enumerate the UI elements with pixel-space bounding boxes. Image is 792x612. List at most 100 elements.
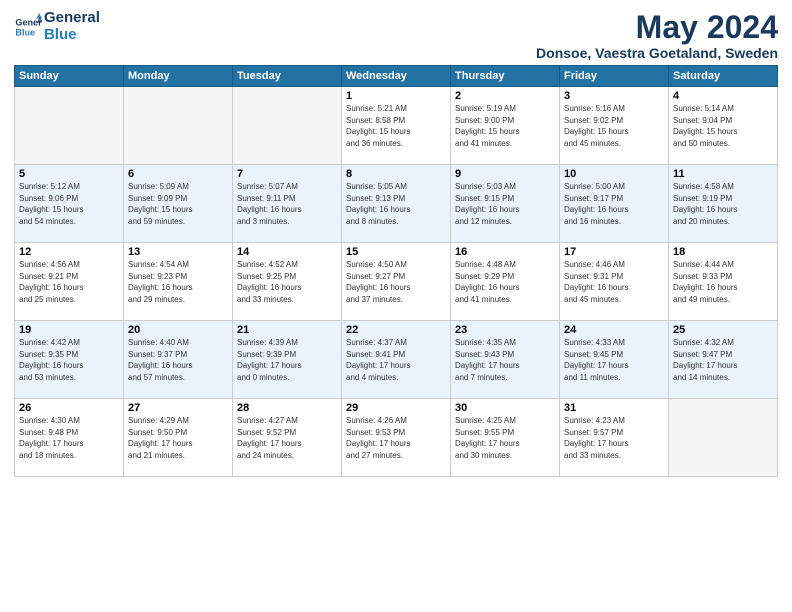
weekday-header-sunday: Sunday bbox=[15, 66, 124, 87]
calendar-week-row: 12Sunrise: 4:56 AM Sunset: 9:21 PM Dayli… bbox=[15, 243, 778, 321]
calendar-day-cell: 30Sunrise: 4:25 AM Sunset: 9:55 PM Dayli… bbox=[451, 399, 560, 477]
day-number: 10 bbox=[564, 168, 664, 180]
day-info: Sunrise: 5:07 AM Sunset: 9:11 PM Dayligh… bbox=[237, 181, 337, 227]
day-number: 20 bbox=[128, 324, 228, 336]
day-number: 28 bbox=[237, 402, 337, 414]
day-info: Sunrise: 4:27 AM Sunset: 9:52 PM Dayligh… bbox=[237, 415, 337, 461]
day-number: 29 bbox=[346, 402, 446, 414]
day-info: Sunrise: 4:50 AM Sunset: 9:27 PM Dayligh… bbox=[346, 259, 446, 305]
calendar-day-cell: 29Sunrise: 4:26 AM Sunset: 9:53 PM Dayli… bbox=[342, 399, 451, 477]
calendar-day-cell bbox=[669, 399, 778, 477]
day-number: 31 bbox=[564, 402, 664, 414]
day-info: Sunrise: 5:14 AM Sunset: 9:04 PM Dayligh… bbox=[673, 103, 773, 149]
calendar-day-cell: 6Sunrise: 5:09 AM Sunset: 9:09 PM Daylig… bbox=[124, 165, 233, 243]
calendar-day-cell: 20Sunrise: 4:40 AM Sunset: 9:37 PM Dayli… bbox=[124, 321, 233, 399]
calendar-day-cell bbox=[15, 87, 124, 165]
day-number: 19 bbox=[19, 324, 119, 336]
calendar-day-cell: 3Sunrise: 5:16 AM Sunset: 9:02 PM Daylig… bbox=[560, 87, 669, 165]
calendar-day-cell: 1Sunrise: 5:21 AM Sunset: 8:58 PM Daylig… bbox=[342, 87, 451, 165]
day-number: 7 bbox=[237, 168, 337, 180]
calendar-day-cell: 10Sunrise: 5:00 AM Sunset: 9:17 PM Dayli… bbox=[560, 165, 669, 243]
day-number: 3 bbox=[564, 90, 664, 102]
day-number: 4 bbox=[673, 90, 773, 102]
calendar-day-cell: 26Sunrise: 4:30 AM Sunset: 9:48 PM Dayli… bbox=[15, 399, 124, 477]
calendar-page: General Blue General Blue May 2024 Donso… bbox=[0, 0, 792, 612]
day-info: Sunrise: 4:46 AM Sunset: 9:31 PM Dayligh… bbox=[564, 259, 664, 305]
day-number: 26 bbox=[19, 402, 119, 414]
calendar-day-cell: 18Sunrise: 4:44 AM Sunset: 9:33 PM Dayli… bbox=[669, 243, 778, 321]
calendar-day-cell: 8Sunrise: 5:05 AM Sunset: 9:13 PM Daylig… bbox=[342, 165, 451, 243]
calendar-day-cell: 15Sunrise: 4:50 AM Sunset: 9:27 PM Dayli… bbox=[342, 243, 451, 321]
day-info: Sunrise: 4:26 AM Sunset: 9:53 PM Dayligh… bbox=[346, 415, 446, 461]
calendar-day-cell: 27Sunrise: 4:29 AM Sunset: 9:50 PM Dayli… bbox=[124, 399, 233, 477]
month-year: May 2024 bbox=[536, 10, 778, 45]
day-number: 12 bbox=[19, 246, 119, 258]
calendar-week-row: 5Sunrise: 5:12 AM Sunset: 9:06 PM Daylig… bbox=[15, 165, 778, 243]
day-info: Sunrise: 4:29 AM Sunset: 9:50 PM Dayligh… bbox=[128, 415, 228, 461]
calendar-day-cell bbox=[233, 87, 342, 165]
calendar-day-cell: 14Sunrise: 4:52 AM Sunset: 9:25 PM Dayli… bbox=[233, 243, 342, 321]
calendar-day-cell: 11Sunrise: 4:58 AM Sunset: 9:19 PM Dayli… bbox=[669, 165, 778, 243]
title-block: May 2024 Donsoe, Vaestra Goetaland, Swed… bbox=[536, 10, 778, 61]
location: Donsoe, Vaestra Goetaland, Sweden bbox=[536, 45, 778, 61]
logo-text: General Blue bbox=[44, 10, 100, 43]
weekday-header-wednesday: Wednesday bbox=[342, 66, 451, 87]
calendar-day-cell: 9Sunrise: 5:03 AM Sunset: 9:15 PM Daylig… bbox=[451, 165, 560, 243]
day-number: 1 bbox=[346, 90, 446, 102]
day-number: 24 bbox=[564, 324, 664, 336]
logo: General Blue General Blue bbox=[14, 10, 100, 43]
day-number: 11 bbox=[673, 168, 773, 180]
day-info: Sunrise: 5:09 AM Sunset: 9:09 PM Dayligh… bbox=[128, 181, 228, 227]
weekday-header-tuesday: Tuesday bbox=[233, 66, 342, 87]
day-info: Sunrise: 4:23 AM Sunset: 9:57 PM Dayligh… bbox=[564, 415, 664, 461]
day-number: 18 bbox=[673, 246, 773, 258]
calendar-day-cell: 16Sunrise: 4:48 AM Sunset: 9:29 PM Dayli… bbox=[451, 243, 560, 321]
calendar-day-cell: 19Sunrise: 4:42 AM Sunset: 9:35 PM Dayli… bbox=[15, 321, 124, 399]
day-info: Sunrise: 5:03 AM Sunset: 9:15 PM Dayligh… bbox=[455, 181, 555, 227]
weekday-header-friday: Friday bbox=[560, 66, 669, 87]
svg-text:Blue: Blue bbox=[15, 27, 35, 37]
weekday-header-monday: Monday bbox=[124, 66, 233, 87]
day-info: Sunrise: 5:00 AM Sunset: 9:17 PM Dayligh… bbox=[564, 181, 664, 227]
calendar-day-cell: 7Sunrise: 5:07 AM Sunset: 9:11 PM Daylig… bbox=[233, 165, 342, 243]
calendar-day-cell: 24Sunrise: 4:33 AM Sunset: 9:45 PM Dayli… bbox=[560, 321, 669, 399]
calendar-week-row: 26Sunrise: 4:30 AM Sunset: 9:48 PM Dayli… bbox=[15, 399, 778, 477]
day-info: Sunrise: 5:21 AM Sunset: 8:58 PM Dayligh… bbox=[346, 103, 446, 149]
calendar-day-cell: 22Sunrise: 4:37 AM Sunset: 9:41 PM Dayli… bbox=[342, 321, 451, 399]
day-number: 13 bbox=[128, 246, 228, 258]
day-number: 23 bbox=[455, 324, 555, 336]
day-number: 14 bbox=[237, 246, 337, 258]
calendar-week-row: 1Sunrise: 5:21 AM Sunset: 8:58 PM Daylig… bbox=[15, 87, 778, 165]
calendar-day-cell bbox=[124, 87, 233, 165]
day-info: Sunrise: 4:58 AM Sunset: 9:19 PM Dayligh… bbox=[673, 181, 773, 227]
calendar-day-cell: 13Sunrise: 4:54 AM Sunset: 9:23 PM Dayli… bbox=[124, 243, 233, 321]
day-number: 16 bbox=[455, 246, 555, 258]
day-info: Sunrise: 5:05 AM Sunset: 9:13 PM Dayligh… bbox=[346, 181, 446, 227]
day-number: 22 bbox=[346, 324, 446, 336]
day-info: Sunrise: 5:12 AM Sunset: 9:06 PM Dayligh… bbox=[19, 181, 119, 227]
logo-icon: General Blue bbox=[14, 13, 42, 41]
calendar-table: SundayMondayTuesdayWednesdayThursdayFrid… bbox=[14, 65, 778, 477]
weekday-header-thursday: Thursday bbox=[451, 66, 560, 87]
day-info: Sunrise: 4:25 AM Sunset: 9:55 PM Dayligh… bbox=[455, 415, 555, 461]
calendar-day-cell: 25Sunrise: 4:32 AM Sunset: 9:47 PM Dayli… bbox=[669, 321, 778, 399]
header: General Blue General Blue May 2024 Donso… bbox=[14, 10, 778, 61]
day-info: Sunrise: 4:32 AM Sunset: 9:47 PM Dayligh… bbox=[673, 337, 773, 383]
day-info: Sunrise: 4:39 AM Sunset: 9:39 PM Dayligh… bbox=[237, 337, 337, 383]
day-number: 17 bbox=[564, 246, 664, 258]
day-info: Sunrise: 4:40 AM Sunset: 9:37 PM Dayligh… bbox=[128, 337, 228, 383]
calendar-day-cell: 21Sunrise: 4:39 AM Sunset: 9:39 PM Dayli… bbox=[233, 321, 342, 399]
day-info: Sunrise: 4:37 AM Sunset: 9:41 PM Dayligh… bbox=[346, 337, 446, 383]
day-info: Sunrise: 5:19 AM Sunset: 9:00 PM Dayligh… bbox=[455, 103, 555, 149]
calendar-week-row: 19Sunrise: 4:42 AM Sunset: 9:35 PM Dayli… bbox=[15, 321, 778, 399]
day-number: 2 bbox=[455, 90, 555, 102]
calendar-day-cell: 4Sunrise: 5:14 AM Sunset: 9:04 PM Daylig… bbox=[669, 87, 778, 165]
day-info: Sunrise: 4:56 AM Sunset: 9:21 PM Dayligh… bbox=[19, 259, 119, 305]
day-info: Sunrise: 4:44 AM Sunset: 9:33 PM Dayligh… bbox=[673, 259, 773, 305]
day-info: Sunrise: 4:54 AM Sunset: 9:23 PM Dayligh… bbox=[128, 259, 228, 305]
calendar-day-cell: 5Sunrise: 5:12 AM Sunset: 9:06 PM Daylig… bbox=[15, 165, 124, 243]
day-number: 8 bbox=[346, 168, 446, 180]
day-info: Sunrise: 4:48 AM Sunset: 9:29 PM Dayligh… bbox=[455, 259, 555, 305]
day-info: Sunrise: 4:52 AM Sunset: 9:25 PM Dayligh… bbox=[237, 259, 337, 305]
calendar-day-cell: 23Sunrise: 4:35 AM Sunset: 9:43 PM Dayli… bbox=[451, 321, 560, 399]
